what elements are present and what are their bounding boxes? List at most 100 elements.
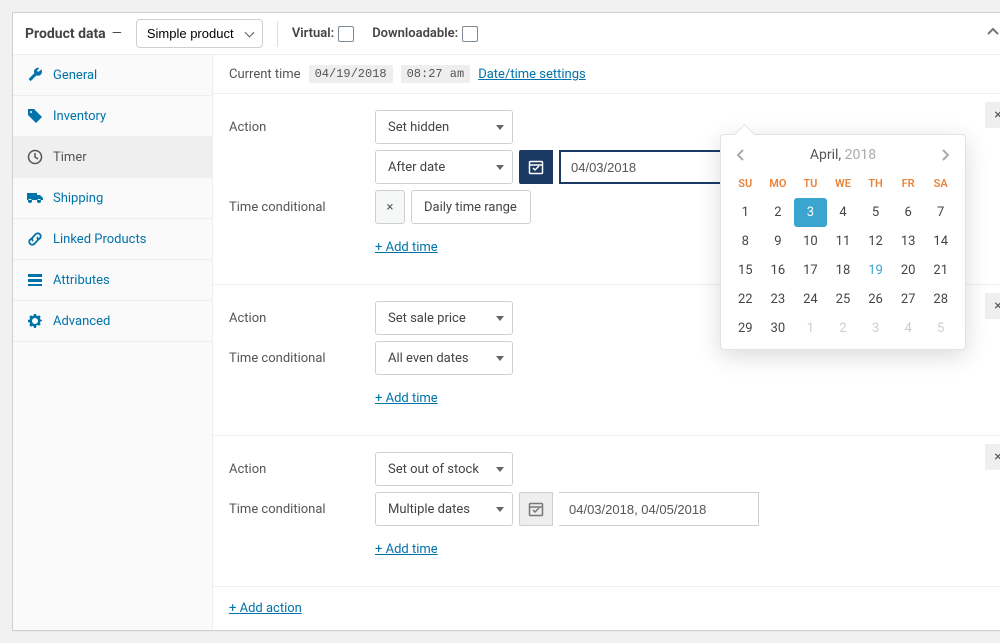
condition-select-value: Multiple dates — [388, 502, 470, 517]
datepicker-days-grid: 1234567891011121314151617181920212223242… — [729, 198, 957, 343]
datepicker-year: 2018 — [845, 147, 876, 163]
datepicker-day[interactable]: 1 — [729, 198, 762, 227]
datepicker-dow: FR — [892, 173, 925, 198]
datepicker-day[interactable]: 20 — [892, 256, 925, 285]
datepicker-day[interactable]: 12 — [859, 227, 892, 256]
datepicker-day[interactable]: 21 — [924, 256, 957, 285]
datepicker-month: April, — [810, 147, 841, 163]
datepicker-day: 2 — [827, 314, 860, 343]
product-type-select[interactable]: Simple product — [136, 19, 263, 48]
datepicker-day[interactable]: 2 — [762, 198, 795, 227]
gear-icon — [27, 313, 43, 329]
remove-block-button[interactable]: × — [985, 293, 1000, 319]
datepicker-day[interactable]: 28 — [924, 285, 957, 314]
prev-month-button[interactable] — [735, 149, 747, 161]
virtual-label: Virtual: — [292, 26, 334, 41]
datepicker-day: 5 — [924, 314, 957, 343]
downloadable-label: Downloadable: — [372, 26, 458, 41]
chevron-up-icon — [987, 26, 999, 38]
next-month-button[interactable] — [939, 149, 951, 161]
action-select[interactable]: Set out of stock — [375, 452, 513, 486]
tab-advanced[interactable]: Advanced — [13, 301, 212, 342]
datepicker-day[interactable]: 14 — [924, 227, 957, 256]
datepicker-day[interactable]: 25 — [827, 285, 860, 314]
panel-title: Product data — [25, 26, 106, 42]
tab-advanced-label: Advanced — [53, 314, 110, 329]
downloadable-checkbox[interactable] — [462, 26, 478, 42]
tab-general-label: General — [53, 68, 97, 83]
dash-separator: — — [112, 26, 122, 41]
tabs-sidebar: General Inventory Timer Shipping — [13, 55, 213, 630]
tab-shipping[interactable]: Shipping — [13, 178, 212, 219]
tab-inventory-label: Inventory — [53, 109, 106, 124]
datepicker-day[interactable]: 7 — [924, 198, 957, 227]
date-time-settings-link[interactable]: Date/time settings — [478, 67, 586, 82]
truck-icon — [27, 190, 43, 206]
calendar-trigger-button[interactable] — [519, 492, 553, 526]
tab-general[interactable]: General — [13, 55, 212, 96]
remove-condition-button[interactable]: × — [375, 190, 405, 224]
calendar-trigger-button[interactable] — [519, 150, 553, 184]
caret-down-icon — [496, 125, 504, 130]
list-icon — [27, 272, 43, 288]
condition-select[interactable]: After date — [375, 150, 513, 184]
datepicker-day[interactable]: 24 — [794, 285, 827, 314]
tab-linked-products[interactable]: Linked Products — [13, 219, 212, 260]
caret-down-icon — [496, 507, 504, 512]
datepicker-day[interactable]: 6 — [892, 198, 925, 227]
tab-timer[interactable]: Timer — [13, 137, 212, 178]
condition-select[interactable]: All even dates — [375, 341, 513, 375]
datepicker-day[interactable]: 11 — [827, 227, 860, 256]
datepicker-day[interactable]: 16 — [762, 256, 795, 285]
datepicker-day[interactable]: 30 — [762, 314, 795, 343]
datepicker-day[interactable]: 17 — [794, 256, 827, 285]
datepicker-day[interactable]: 15 — [729, 256, 762, 285]
datepicker-dow: SA — [924, 173, 957, 198]
datepicker-day[interactable]: 3 — [794, 198, 827, 227]
datepicker-day[interactable]: 22 — [729, 285, 762, 314]
datepicker-title[interactable]: April, 2018 — [810, 147, 876, 163]
panel-collapse-toggle[interactable] — [987, 26, 999, 42]
datepicker-day[interactable]: 23 — [762, 285, 795, 314]
datepicker-day[interactable]: 9 — [762, 227, 795, 256]
time-conditional-label — [229, 160, 375, 175]
action-select-value: Set sale price — [388, 311, 466, 326]
datepicker-day[interactable]: 10 — [794, 227, 827, 256]
action-select[interactable]: Set sale price — [375, 301, 513, 335]
datepicker-day[interactable]: 27 — [892, 285, 925, 314]
virtual-checkbox[interactable] — [338, 26, 354, 42]
tab-linked-label: Linked Products — [53, 232, 146, 247]
action-select[interactable]: Set hidden — [375, 110, 513, 144]
datepicker-day[interactable]: 8 — [729, 227, 762, 256]
datepicker-day[interactable]: 18 — [827, 256, 860, 285]
add-time-link[interactable]: + Add time — [375, 391, 438, 406]
datepicker-day: 4 — [892, 314, 925, 343]
date-input[interactable] — [559, 492, 759, 526]
remove-block-button[interactable]: × — [985, 102, 1000, 128]
sub-condition-select[interactable]: Daily time range — [411, 190, 531, 224]
panel-header: Product data — Simple product Virtual: D… — [13, 13, 1000, 55]
current-time-label: Current time — [229, 67, 301, 82]
tab-inventory[interactable]: Inventory — [13, 96, 212, 137]
datepicker-day[interactable]: 13 — [892, 227, 925, 256]
content-area: Current time 04/19/2018 08:27 am Date/ti… — [213, 55, 1000, 630]
add-time-link[interactable]: + Add time — [375, 240, 438, 255]
tab-timer-label: Timer — [53, 150, 87, 165]
action-label: Action — [229, 311, 375, 326]
current-time-value: 08:27 am — [401, 65, 471, 83]
datepicker-day[interactable]: 26 — [859, 285, 892, 314]
remove-block-button[interactable]: × — [985, 444, 1000, 470]
timer-block-2: × Action Set out of stock Time condition… — [213, 436, 1000, 587]
current-date-value: 04/19/2018 — [309, 65, 393, 83]
datepicker-day[interactable]: 4 — [827, 198, 860, 227]
add-time-link[interactable]: + Add time — [375, 542, 438, 557]
calendar-icon — [528, 159, 544, 175]
datepicker-day[interactable]: 5 — [859, 198, 892, 227]
add-action-link[interactable]: + Add action — [229, 601, 302, 616]
tab-attributes[interactable]: Attributes — [13, 260, 212, 301]
datepicker-dow: WE — [827, 173, 860, 198]
datepicker-day[interactable]: 29 — [729, 314, 762, 343]
datepicker-day[interactable]: 19 — [859, 256, 892, 285]
product-type-select-wrap: Simple product — [136, 19, 263, 48]
condition-select[interactable]: Multiple dates — [375, 492, 513, 526]
